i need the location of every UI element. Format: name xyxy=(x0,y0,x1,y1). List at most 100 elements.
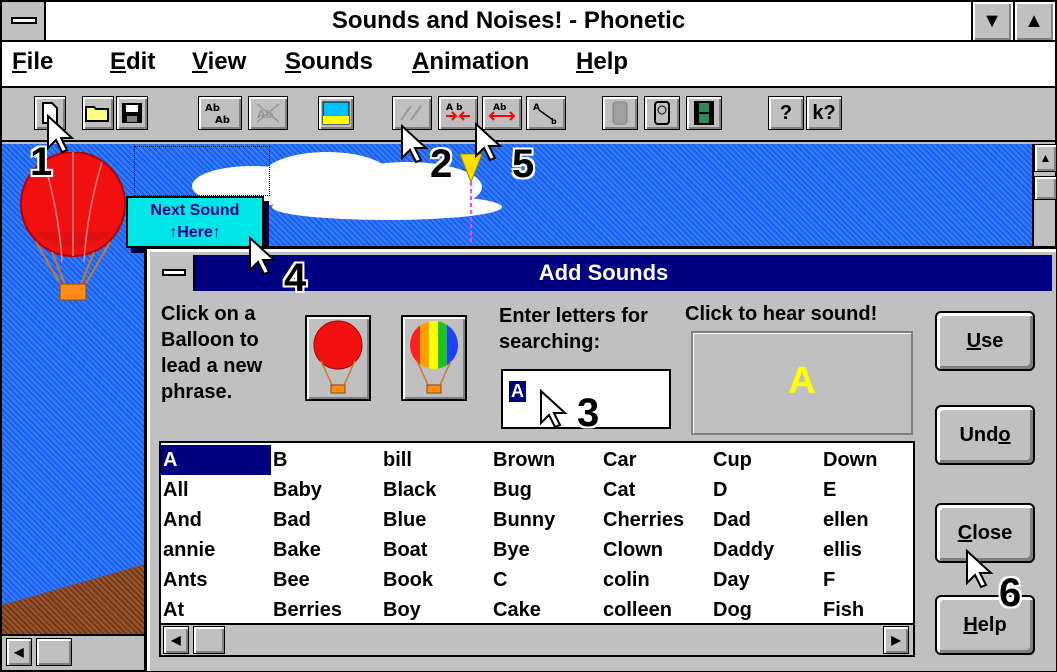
list-item[interactable]: Dad xyxy=(711,505,821,535)
scroll-left-icon[interactable]: ◀ xyxy=(163,626,189,654)
list-item[interactable]: A xyxy=(161,445,271,475)
list-item[interactable]: F xyxy=(821,565,913,595)
speaker-off-icon xyxy=(612,101,628,125)
list-item[interactable]: Black xyxy=(381,475,491,505)
record-off-button[interactable] xyxy=(602,96,638,130)
help-button[interactable]: ? xyxy=(768,96,804,130)
svg-text:A b: A b xyxy=(446,103,463,113)
list-item[interactable]: C xyxy=(491,565,601,595)
list-item[interactable]: ellis xyxy=(821,535,913,565)
list-item[interactable]: Bee xyxy=(271,565,381,595)
minimize-button[interactable]: ▼ xyxy=(971,2,1011,40)
word-column: B Baby Bad Bake Bee Berries xyxy=(271,445,381,625)
list-item[interactable]: Cake xyxy=(491,595,601,625)
list-item[interactable]: colleen xyxy=(601,595,711,625)
maximize-button[interactable]: ▲ xyxy=(1013,2,1053,40)
list-item[interactable]: At xyxy=(161,595,271,625)
list-item[interactable]: Cat xyxy=(601,475,711,505)
list-item[interactable]: Bunny xyxy=(491,505,601,535)
scroll-up-icon[interactable]: ▲ xyxy=(1034,144,1057,172)
list-item[interactable]: Book xyxy=(381,565,491,595)
list-item[interactable]: Bake xyxy=(271,535,381,565)
swap-text-button[interactable]: Ab Ab xyxy=(198,96,242,130)
step-number: 2 xyxy=(430,142,453,186)
list-item[interactable]: Cherries xyxy=(601,505,711,535)
word-column: bill Black Blue Boat Book Boy xyxy=(381,445,491,625)
insert-sound-button[interactable]: A b xyxy=(438,96,478,130)
list-item[interactable]: Bad xyxy=(271,505,381,535)
scroll-thumb[interactable] xyxy=(36,638,72,666)
save-button[interactable] xyxy=(116,96,148,130)
list-item[interactable]: Bug xyxy=(491,475,601,505)
undo-button[interactable]: Undo xyxy=(935,405,1035,465)
step-number: 5 xyxy=(512,142,535,186)
record-button[interactable] xyxy=(644,96,680,130)
delete-text-icon: Ab xyxy=(256,103,280,123)
red-balloon-button[interactable] xyxy=(305,315,371,401)
kite-icon xyxy=(459,154,483,242)
horizontal-scrollbar[interactable]: ◀ xyxy=(2,634,152,670)
list-item[interactable]: colin xyxy=(601,565,711,595)
list-item[interactable]: Brown xyxy=(491,445,601,475)
menu-edit[interactable]: Edit xyxy=(110,48,155,76)
list-item[interactable]: ellen xyxy=(821,505,913,535)
system-menu-icon xyxy=(11,17,37,24)
list-item[interactable]: E xyxy=(821,475,913,505)
word-list[interactable]: A All And annie Ants At B Baby Bad Bake Bee Berries… xyxy=(159,441,915,657)
scroll-thumb[interactable] xyxy=(1034,176,1057,200)
list-item[interactable]: Dog xyxy=(711,595,821,625)
list-item[interactable]: B xyxy=(271,445,381,475)
list-item[interactable]: Baby xyxy=(271,475,381,505)
use-button[interactable]: Use xyxy=(935,311,1035,371)
list-item[interactable]: D xyxy=(711,475,821,505)
hear-sound-instruction: Click to hear sound! xyxy=(685,303,878,325)
film-button[interactable] xyxy=(686,96,722,130)
scatter-sound-button[interactable]: Ab xyxy=(526,96,566,130)
list-item[interactable]: All xyxy=(161,475,271,505)
list-item[interactable]: Cup xyxy=(711,445,821,475)
list-item[interactable]: Fish xyxy=(821,595,913,625)
delete-text-button[interactable]: Ab xyxy=(248,96,288,130)
list-item[interactable]: bill xyxy=(381,445,491,475)
svg-text:b: b xyxy=(551,117,557,126)
open-file-button[interactable] xyxy=(82,96,114,130)
list-item[interactable]: Day xyxy=(711,565,821,595)
list-item[interactable]: Boat xyxy=(381,535,491,565)
rainbow-balloon-icon xyxy=(410,321,458,394)
mouse-pointer-icon xyxy=(966,549,994,589)
list-item[interactable]: Down xyxy=(821,445,913,475)
list-item[interactable]: Ants xyxy=(161,565,271,595)
scroll-thumb[interactable] xyxy=(193,626,225,654)
step-number: 6 xyxy=(999,571,1022,615)
list-horizontal-scrollbar[interactable]: ◀ ▶ xyxy=(161,623,913,655)
toolbar: AbAb Ab A b Ab Ab ? k? xyxy=(2,90,1055,142)
list-item[interactable]: Bye xyxy=(491,535,601,565)
context-help-button[interactable]: k? xyxy=(806,96,842,130)
svg-text:Ab: Ab xyxy=(205,103,220,114)
menu-view[interactable]: View xyxy=(192,48,246,76)
system-menu-button[interactable] xyxy=(2,2,46,40)
scene-button[interactable] xyxy=(318,96,354,130)
list-item[interactable]: Berries xyxy=(271,595,381,625)
menu-help[interactable]: Help xyxy=(576,48,628,76)
list-item[interactable]: Car xyxy=(601,445,711,475)
red-balloon-icon xyxy=(313,320,363,394)
next-sound-marker[interactable]: Next Sound ↑Here↑ xyxy=(126,196,264,248)
list-item[interactable]: And xyxy=(161,505,271,535)
list-item[interactable]: Clown xyxy=(601,535,711,565)
svg-text:A: A xyxy=(533,103,540,113)
list-item[interactable]: Blue xyxy=(381,505,491,535)
list-item[interactable]: annie xyxy=(161,535,271,565)
dialog-system-menu-button[interactable] xyxy=(155,255,195,291)
list-item[interactable]: Boy xyxy=(381,595,491,625)
menu-animation[interactable]: Animation xyxy=(412,48,529,76)
balloon-instruction: Click on a Balloon to lead a new phrase. xyxy=(161,303,263,403)
list-item[interactable]: Daddy xyxy=(711,535,821,565)
menu-file[interactable]: File xyxy=(12,48,53,76)
scroll-left-icon[interactable]: ◀ xyxy=(6,638,32,666)
rainbow-balloon-button[interactable] xyxy=(401,315,467,401)
scroll-right-icon[interactable]: ▶ xyxy=(883,626,909,654)
sound-preview[interactable]: A xyxy=(691,331,913,435)
system-menu-icon xyxy=(162,269,186,276)
menu-sounds[interactable]: Sounds xyxy=(285,48,373,76)
